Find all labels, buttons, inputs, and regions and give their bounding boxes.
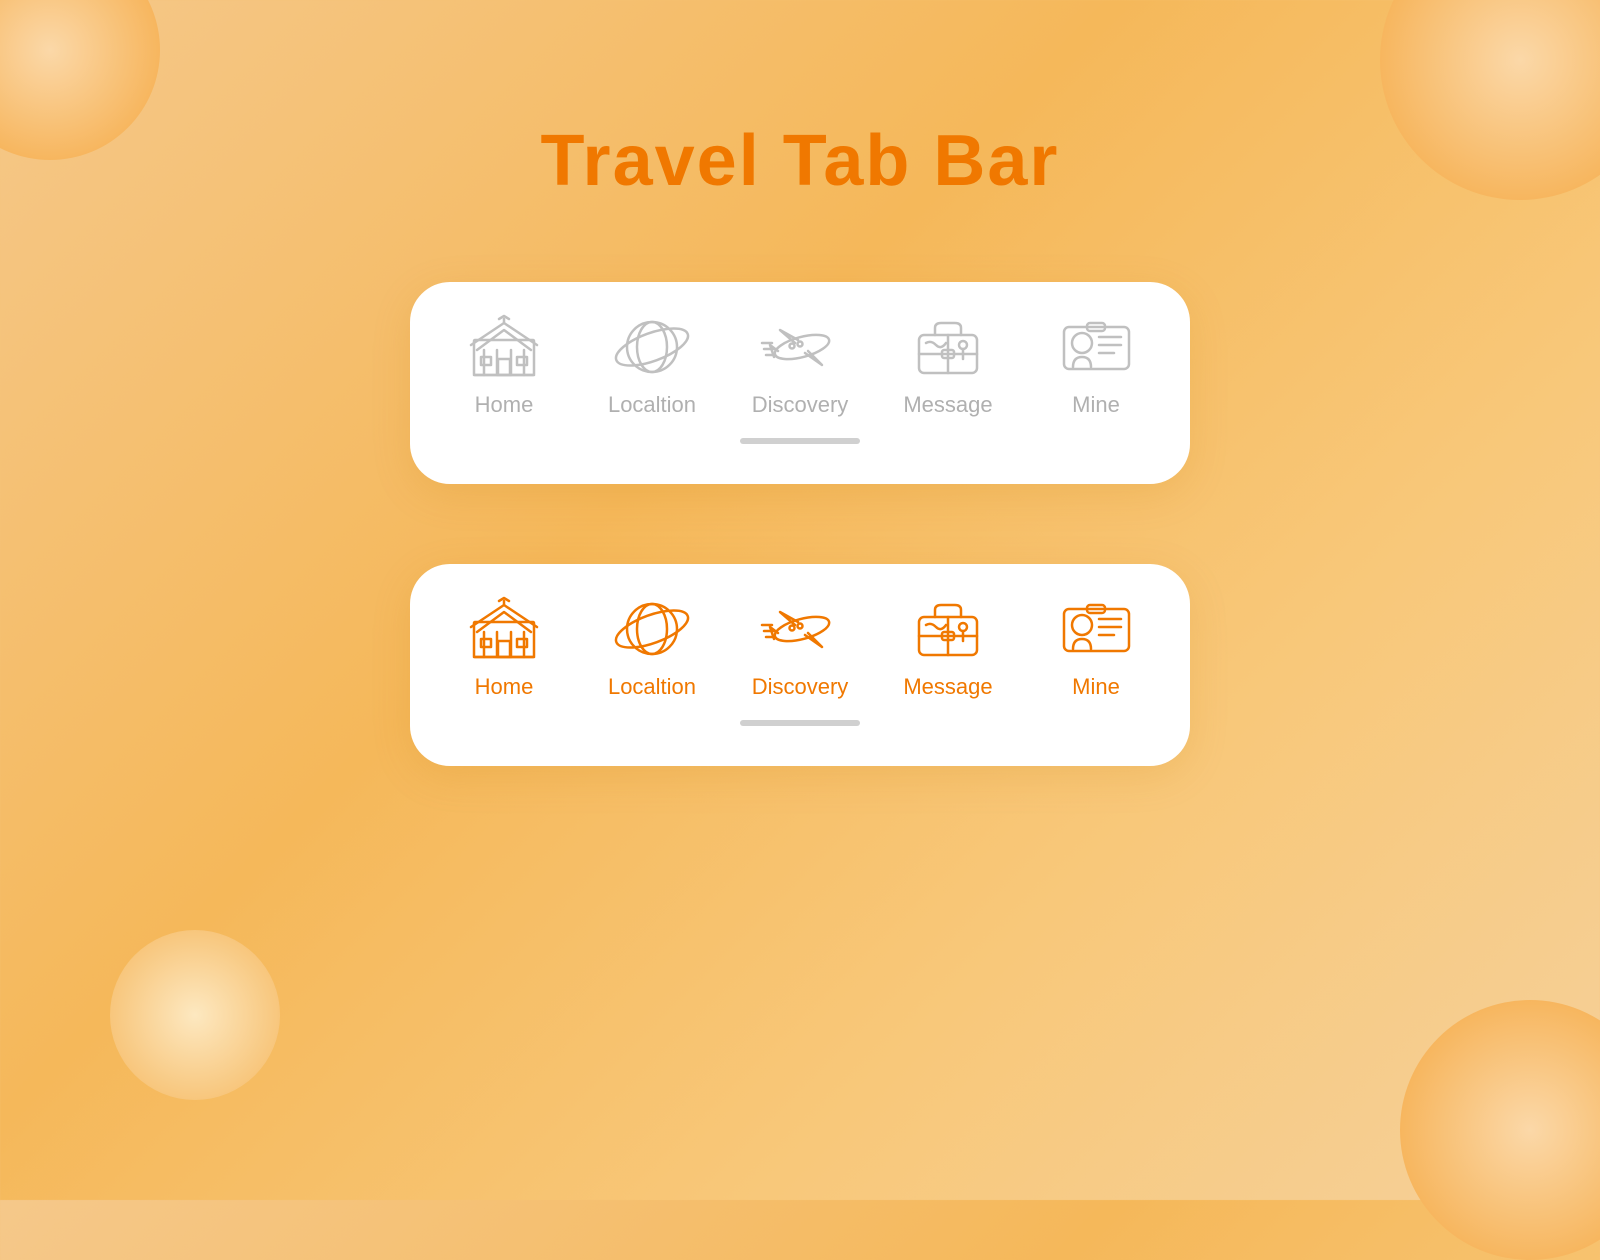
tab-label-home-active: Home (475, 674, 534, 700)
tab-bar-active-items: Home Localtion (430, 594, 1170, 700)
tab-bars-container: Home Localtion (0, 282, 1600, 766)
location-icon-active (612, 594, 692, 664)
message-icon (908, 312, 988, 382)
tab-label-location-inactive: Localtion (608, 392, 696, 418)
tab-item-home-inactive[interactable]: Home (444, 312, 564, 418)
home-icon-active (464, 594, 544, 664)
home-icon (464, 312, 544, 382)
tab-label-message-inactive: Message (903, 392, 992, 418)
discovery-icon (760, 312, 840, 382)
deco-circle-bl (110, 930, 280, 1100)
tab-label-message-active: Message (903, 674, 992, 700)
tab-item-discovery-active[interactable]: Discovery (740, 594, 860, 700)
tab-item-mine-inactive[interactable]: Mine (1036, 312, 1156, 418)
scroll-indicator-inactive (740, 438, 860, 444)
tab-item-discovery-inactive[interactable]: Discovery (740, 312, 860, 418)
deco-circle-br (1400, 1000, 1600, 1260)
tab-bar-inactive-items: Home Localtion (430, 312, 1170, 418)
discovery-icon-active (760, 594, 840, 664)
location-icon (612, 312, 692, 382)
tab-item-location-active[interactable]: Localtion (592, 594, 712, 700)
tab-item-message-inactive[interactable]: Message (888, 312, 1008, 418)
tab-item-location-inactive[interactable]: Localtion (592, 312, 712, 418)
tab-label-home-inactive: Home (475, 392, 534, 418)
message-icon-active (908, 594, 988, 664)
tab-label-discovery-inactive: Discovery (752, 392, 849, 418)
tab-label-location-active: Localtion (608, 674, 696, 700)
page-title: Travel Tab Bar (0, 0, 1600, 202)
tab-label-mine-active: Mine (1072, 674, 1120, 700)
tab-bar-inactive: Home Localtion (410, 282, 1190, 484)
tab-item-message-active[interactable]: Message (888, 594, 1008, 700)
scroll-indicator-active (740, 720, 860, 726)
mine-icon (1056, 312, 1136, 382)
tab-label-mine-inactive: Mine (1072, 392, 1120, 418)
mine-icon-active (1056, 594, 1136, 664)
tab-label-discovery-active: Discovery (752, 674, 849, 700)
tab-item-home-active[interactable]: Home (444, 594, 564, 700)
tab-item-mine-active[interactable]: Mine (1036, 594, 1156, 700)
tab-bar-active: Home Localtion (410, 564, 1190, 766)
